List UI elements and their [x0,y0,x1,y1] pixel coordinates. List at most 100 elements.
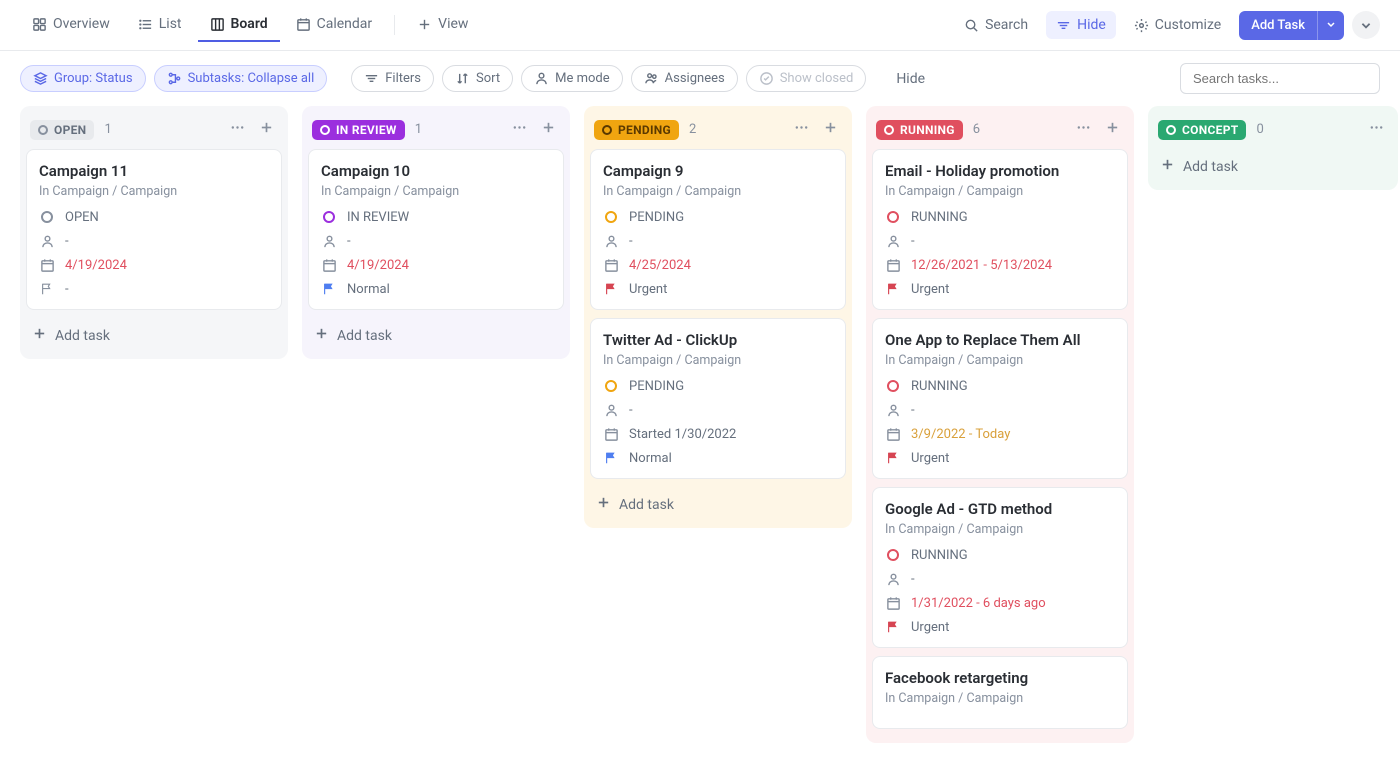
me-mode-chip[interactable]: Me mode [521,65,623,92]
status-circle-icon [603,378,619,394]
status-pill-concept[interactable]: CONCEPT [1158,120,1246,140]
assignees-chip[interactable]: Assignees [631,65,738,92]
card-title: Campaign 10 [321,162,551,180]
column-more-button[interactable] [508,118,531,141]
board-icon [210,17,225,32]
add-task-row[interactable]: Add task [26,318,282,353]
card-date: 1/31/2022 - 6 days ago [911,596,1046,611]
toolbar-hide-label: Hide [896,71,925,87]
card-breadcrumb: In Campaign / Campaign [603,184,833,199]
calendar-icon [321,257,337,273]
card-priority-row: Normal [321,281,551,297]
card-status-text: RUNNING [911,548,968,563]
card-priority: Urgent [911,451,949,466]
card-priority: - [65,282,69,297]
plus-icon [314,326,329,345]
card-assignee-row: - [885,571,1115,587]
nav-add-view[interactable]: View [405,8,480,42]
plus-icon [596,495,611,514]
status-circle-icon [885,378,901,394]
plus-icon [1160,157,1175,176]
column-more-button[interactable] [226,118,249,141]
card-date-row: 1/31/2022 - 6 days ago [885,595,1115,611]
card-priority-row: Urgent [885,281,1115,297]
status-pill-review[interactable]: IN REVIEW [312,120,405,140]
card-status-text: IN REVIEW [347,210,409,225]
hide-button[interactable]: Hide [1046,11,1116,39]
nav-list[interactable]: List [126,8,194,42]
column-more-button[interactable] [1365,118,1388,141]
customize-button[interactable]: Customize [1124,11,1231,39]
nav-board[interactable]: Board [198,8,280,42]
show-closed-chip[interactable]: Show closed [746,65,867,92]
calendar-icon [603,257,619,273]
filter-icon [364,71,379,86]
flag-icon [885,450,901,466]
task-card[interactable]: Campaign 11 In Campaign / Campaign OPEN … [26,149,282,310]
card-priority-row: - [39,281,269,297]
column-add-button[interactable] [255,118,278,141]
task-card[interactable]: Email - Holiday promotion In Campaign / … [872,149,1128,310]
task-card[interactable]: Twitter Ad - ClickUp In Campaign / Campa… [590,318,846,479]
nav-calendar[interactable]: Calendar [284,8,385,42]
add-task-dropdown[interactable] [1317,11,1344,40]
column-actions [508,118,560,141]
gear-icon [1134,18,1149,33]
task-card[interactable]: Campaign 10 In Campaign / Campaign IN RE… [308,149,564,310]
column-add-button[interactable] [819,118,842,141]
subtasks-chip[interactable]: Subtasks: Collapse all [154,65,328,92]
column-more-button[interactable] [790,118,813,141]
nav-overview[interactable]: Overview [20,8,122,42]
column-add-button[interactable] [537,118,560,141]
card-status-row: RUNNING [885,547,1115,563]
search-input[interactable] [1180,63,1380,94]
sort-chip[interactable]: Sort [442,65,513,92]
status-pill-running[interactable]: RUNNING [876,120,963,140]
person-icon [603,402,619,418]
card-status-text: OPEN [65,210,99,225]
card-date: 4/19/2024 [65,258,127,273]
search-icon [964,18,979,33]
column-add-button[interactable] [1101,118,1124,141]
calendar-icon [885,595,901,611]
status-pill-open[interactable]: OPEN [30,120,94,140]
card-status-text: PENDING [629,379,684,394]
card-priority: Urgent [629,282,667,297]
user-menu[interactable] [1352,11,1380,39]
card-date: Started 1/30/2022 [629,427,736,442]
task-card[interactable]: Facebook retargeting In Campaign / Campa… [872,656,1128,729]
status-circle-icon [603,209,619,225]
add-task-button[interactable]: Add Task [1239,11,1344,40]
column-more-button[interactable] [1072,118,1095,141]
card-assignee: - [911,403,915,418]
status-label: RUNNING [900,123,955,137]
card-breadcrumb: In Campaign / Campaign [39,184,269,199]
search-button[interactable]: Search [954,11,1038,39]
column-concept: CONCEPT 0 Add task [1148,106,1398,190]
filters-label: Filters [385,71,421,86]
calendar-icon [603,426,619,442]
card-priority: Urgent [911,282,949,297]
group-chip[interactable]: Group: Status [20,65,146,92]
task-card[interactable]: Google Ad - GTD method In Campaign / Cam… [872,487,1128,648]
check-circle-icon [759,71,774,86]
flag-icon [603,281,619,297]
column-count: 1 [104,122,111,137]
status-pill-pending[interactable]: PENDING [594,120,679,140]
column-actions [1072,118,1124,141]
toolbar-hide[interactable]: Hide [886,65,935,93]
card-assignee: - [629,403,633,418]
hide-icon [1056,18,1071,33]
calendar-icon [39,257,55,273]
card-title: Campaign 11 [39,162,269,180]
add-task-row[interactable]: Add task [308,318,564,353]
filters-chip[interactable]: Filters [351,65,434,92]
task-card[interactable]: One App to Replace Them All In Campaign … [872,318,1128,479]
subtask-icon [167,71,182,86]
add-task-row[interactable]: Add task [590,487,846,522]
card-assignee: - [347,234,351,249]
task-card[interactable]: Campaign 9 In Campaign / Campaign PENDIN… [590,149,846,310]
calendar-icon [296,17,311,32]
add-task-row[interactable]: Add task [1154,149,1392,184]
layers-icon [33,71,48,86]
